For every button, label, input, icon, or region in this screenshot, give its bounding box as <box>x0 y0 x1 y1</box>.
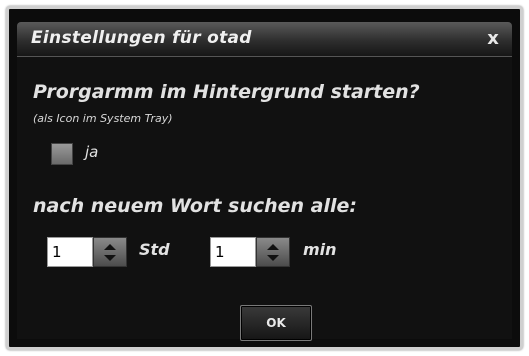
hours-stepper <box>47 237 131 267</box>
down-arrow-icon[interactable] <box>104 255 116 261</box>
background-start-subtitle: (als Icon im System Tray) <box>33 112 173 125</box>
ok-button[interactable]: OK <box>240 305 312 341</box>
close-icon[interactable]: x <box>482 28 504 50</box>
window-title: Einstellungen für otad <box>31 28 252 48</box>
down-arrow-icon[interactable] <box>267 255 279 261</box>
dialog-body: Prorgarmm im Hintergrund starten? (als I… <box>17 57 512 341</box>
up-arrow-icon[interactable] <box>104 244 116 250</box>
settings-dialog: Einstellungen für otad x Prorgarmm im Hi… <box>6 6 523 350</box>
minutes-unit-label: min <box>303 240 337 259</box>
minutes-input[interactable] <box>210 237 256 267</box>
background-start-checkbox[interactable] <box>51 143 73 165</box>
hours-input[interactable] <box>47 237 93 267</box>
title-bar[interactable]: Einstellungen für otad x <box>17 22 512 57</box>
hours-spin-buttons[interactable] <box>93 237 127 267</box>
background-start-checkbox-label[interactable]: ja <box>85 143 98 161</box>
search-interval-heading: nach neuem Wort suchen alle: <box>33 195 358 217</box>
minutes-spin-buttons[interactable] <box>256 237 290 267</box>
hours-unit-label: Std <box>139 240 170 259</box>
up-arrow-icon[interactable] <box>267 244 279 250</box>
minutes-stepper <box>210 237 294 267</box>
background-start-heading: Prorgarmm im Hintergrund starten? <box>33 81 420 103</box>
